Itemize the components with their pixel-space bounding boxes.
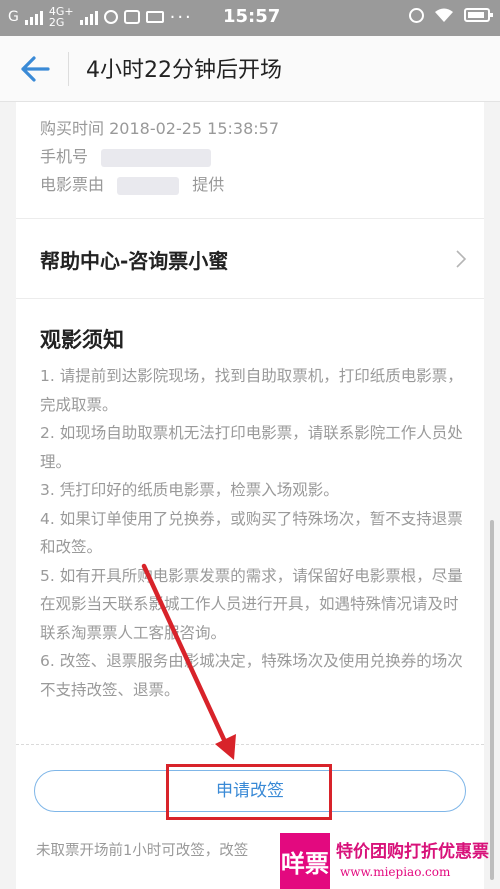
watermark: 咩票 特价团购打折优惠票 www.miepiao.com [280, 833, 500, 889]
back-arrow-icon[interactable] [18, 54, 52, 84]
network-type: 4G+ 2G [49, 6, 74, 28]
phone-label: 手机号 [40, 147, 89, 166]
battery-icon [464, 8, 493, 22]
divider [16, 298, 484, 299]
notice-list: 1. 请提前到达影院现场，找到自助取票机，打印纸质电影票，完成取票。 2. 如现… [40, 362, 470, 704]
provider-prefix: 电影票由 [40, 175, 105, 194]
notice-title: 观影须知 [40, 328, 124, 352]
app-notification-icon [123, 10, 140, 24]
notice-item: 4. 如果订单使用了兑换券，或购买了特殊场次，暂不支持退票和改签。 [40, 509, 463, 557]
watermark-url: www.miepiao.com [340, 865, 451, 879]
purchase-time-label: 购买时间 [40, 119, 105, 138]
notice-item: 2. 如现场自助取票机无法打印电影票，请联系影院工作人员处理。 [40, 424, 463, 471]
carrier-label: G [8, 9, 19, 25]
video-icon [145, 11, 164, 23]
signal-icon [24, 9, 43, 25]
status-time: 15:57 [223, 6, 281, 27]
chevron-right-icon[interactable] [454, 248, 468, 270]
signal-icon-secondary [79, 9, 98, 25]
notice-item: 3. 凭打印好的纸质电影票，检票入场观影。 [40, 481, 339, 499]
notice-item: 6. 改签、退票服务由影城决定，特殊场次及使用兑换券的场次不支持改签、退票。 [40, 652, 463, 699]
purchase-time-value: 2018-02-25 15:38:57 [109, 119, 280, 138]
status-bar-right [409, 7, 493, 23]
notice-item: 5. 如有开具所购电影票发票的需求，请保留好电影票根，尽量在观影当天联系影城工作… [40, 566, 463, 642]
provider-suffix: 提供 [192, 175, 225, 194]
provider-redacted [117, 176, 180, 195]
wifi-icon [435, 8, 453, 22]
dashed-divider [16, 744, 484, 745]
phone-row: 手机号 [40, 143, 219, 167]
alarm-icon [409, 7, 424, 23]
more-notifications-icon: ··· [169, 6, 193, 28]
change-policy-note: 未取票开场前1小时可改签，改签 [36, 843, 249, 859]
watermark-logo: 咩票 [280, 833, 330, 889]
qq-icon [103, 10, 118, 24]
provider-row: 电影票由 提供 [40, 171, 224, 195]
purchase-time-row: 购买时间 2018-02-25 15:38:57 [40, 115, 279, 139]
help-center-link[interactable]: 帮助中心-咨询票小蜜 [40, 245, 228, 274]
network-type-bottom: 2G [48, 16, 65, 29]
notice-item: 1. 请提前到达影院现场，找到自助取票机，打印纸质电影票，完成取票。 [40, 367, 463, 414]
watermark-text: 特价团购打折优惠票 [336, 842, 489, 862]
scrollbar[interactable] [490, 520, 494, 880]
divider [16, 218, 484, 219]
phone-redacted [101, 148, 212, 167]
highlight-box [166, 764, 332, 820]
header-divider [68, 52, 69, 86]
page-title: 4小时22分钟后开场 [86, 58, 282, 83]
order-detail-card: 购买时间 2018-02-25 15:38:57 手机号 电影票由 提供 帮助中… [16, 102, 484, 889]
status-bar: G 4G+ 2G ··· 15:57 [0, 0, 500, 36]
status-bar-left: G 4G+ 2G ··· [8, 6, 193, 28]
header-bar: 4小时22分钟后开场 [0, 36, 500, 102]
